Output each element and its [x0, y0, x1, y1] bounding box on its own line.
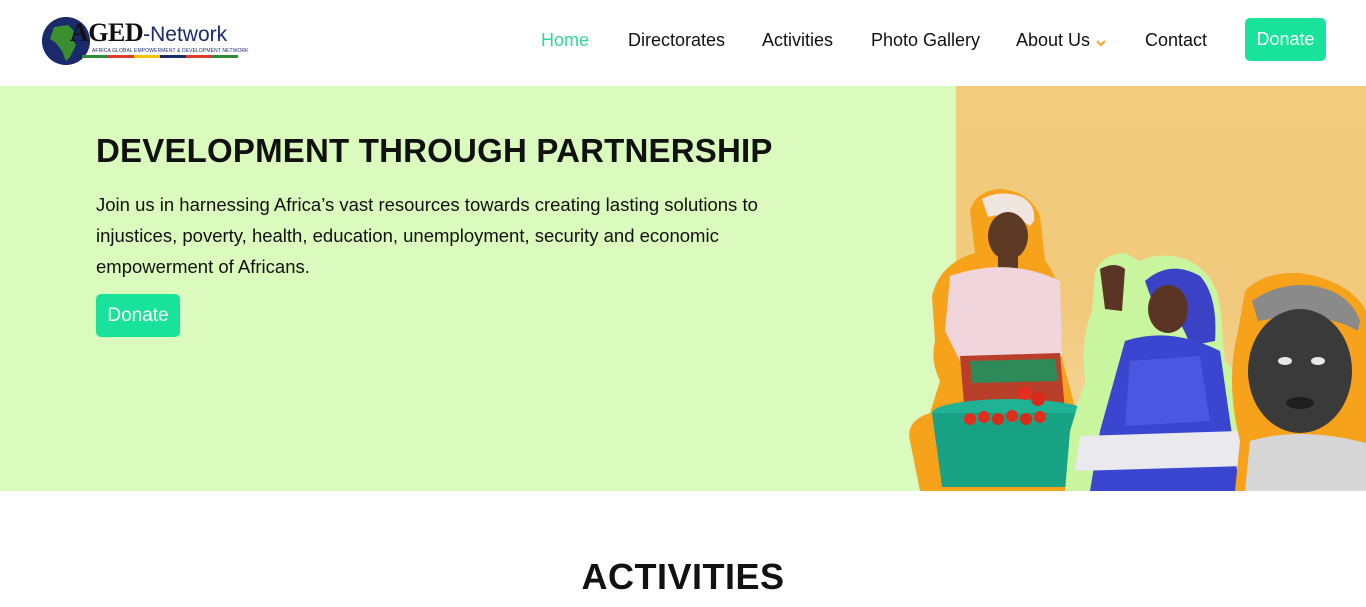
header-donate-button[interactable]: Donate: [1245, 18, 1326, 61]
nav-contact[interactable]: Contact: [1145, 30, 1207, 51]
nav-activities[interactable]: Activities: [762, 30, 833, 51]
chevron-down-icon: [1096, 31, 1106, 52]
activities-heading: ACTIVITIES: [581, 556, 785, 597]
hero-banner: DEVELOPMENT THROUGH PARTNERSHIP Join us …: [0, 86, 1366, 491]
logo-stripes: [82, 55, 238, 58]
site-header: AGED-Network AFRICA GLOBAL EMPOWERMENT &…: [0, 0, 1366, 86]
logo-wordmark: AGED-Network: [70, 18, 228, 47]
hero-description: Join us in harnessing Africa’s vast reso…: [96, 194, 758, 277]
logo-tagline: AFRICA GLOBAL EMPOWERMENT & DEVELOPMENT …: [92, 48, 249, 54]
nav-home[interactable]: Home: [541, 30, 589, 51]
hero-title: DEVELOPMENT THROUGH PARTNERSHIP: [96, 132, 773, 169]
hero-people-image: [909, 189, 1366, 491]
nav-about-us-label: About Us: [1016, 30, 1091, 50]
nav-photo-gallery[interactable]: Photo Gallery: [871, 30, 980, 51]
nav-about-us[interactable]: About Us: [1016, 30, 1106, 52]
hero-donate-button[interactable]: Donate: [96, 294, 180, 337]
site-logo[interactable]: AGED-Network AFRICA GLOBAL EMPOWERMENT &…: [40, 14, 248, 70]
nav-directorates[interactable]: Directorates: [628, 30, 725, 51]
